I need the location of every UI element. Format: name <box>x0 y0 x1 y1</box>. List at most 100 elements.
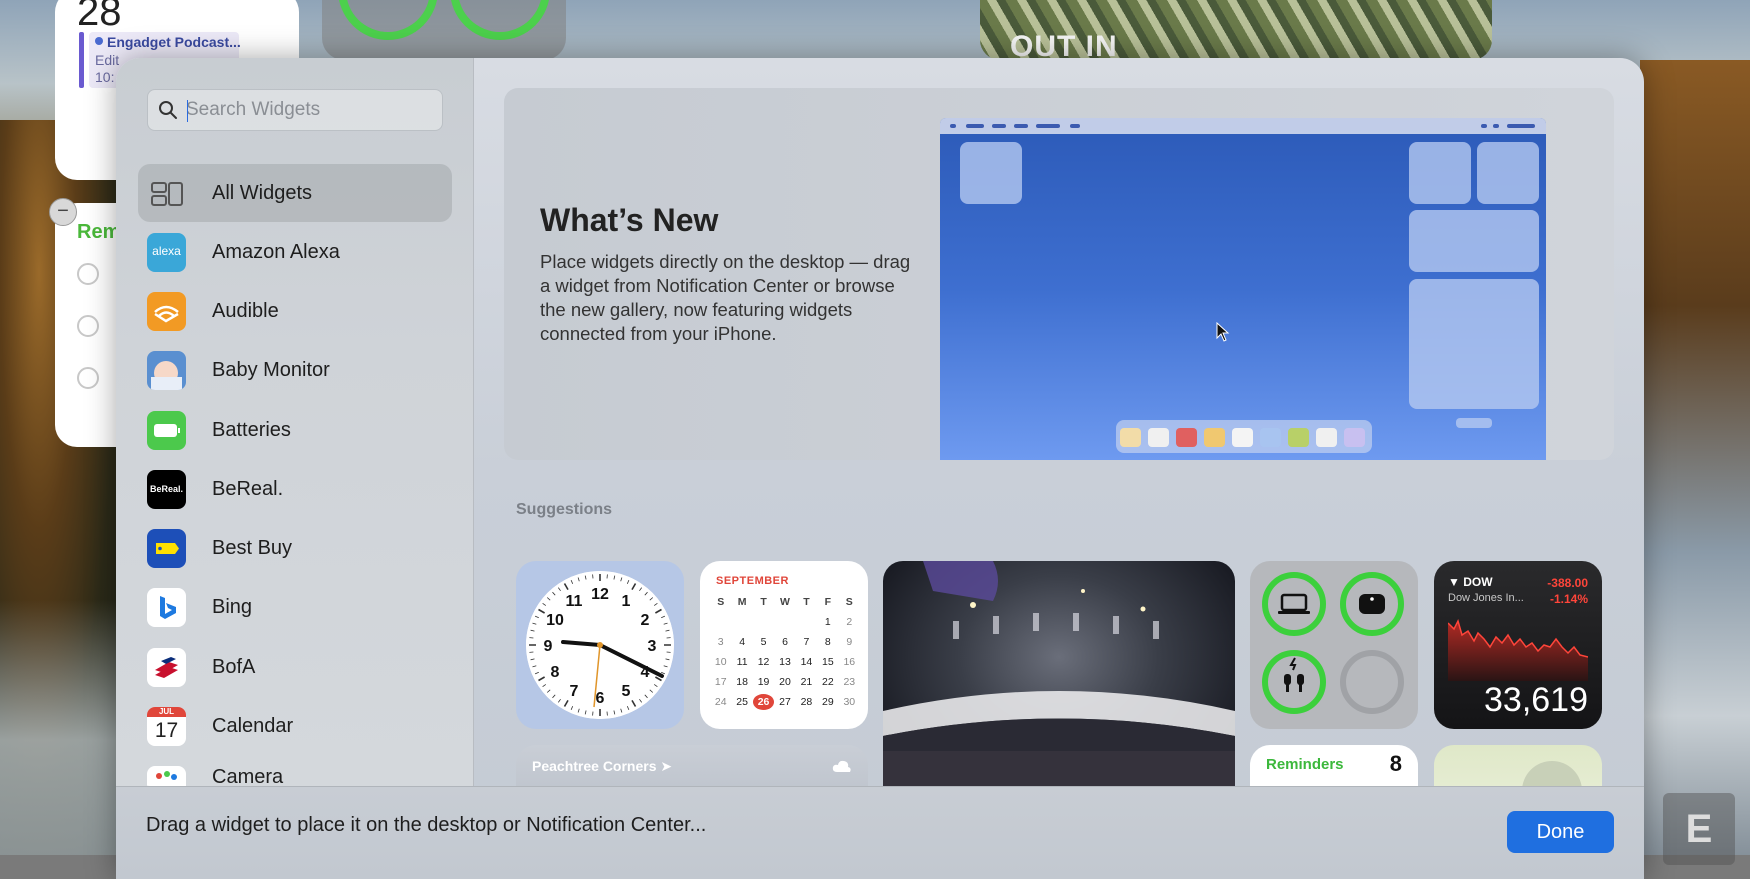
calendar-day: 20 <box>779 676 791 688</box>
batteries-widget[interactable] <box>1250 561 1418 729</box>
desktop-preview-image <box>940 118 1546 460</box>
battery-ring <box>450 0 550 40</box>
stocks-widget[interactable]: ▼ DOW -388.00 -1.14% Dow Jones In... 33,… <box>1434 561 1602 729</box>
sidebar-item-bing[interactable]: Bing <box>138 578 452 636</box>
event-bar <box>79 32 84 88</box>
text-caret <box>187 100 188 122</box>
calendar-day: 10 <box>714 656 727 668</box>
calendar-day: 12 <box>757 656 770 668</box>
batteries-icon <box>147 411 186 450</box>
sidebar-item-label: Amazon Alexa <box>212 241 340 263</box>
calendar-month: SEPTEMBER <box>716 575 789 587</box>
best-buy-icon <box>147 529 186 568</box>
calendar-icon-month: JUL <box>147 707 186 717</box>
pv-widget <box>1409 142 1471 204</box>
stock-change: -388.00 -1.14% <box>1547 575 1588 607</box>
calendar-weekday: M <box>737 596 747 608</box>
pv-dock-app <box>1120 428 1141 447</box>
alexa-icon-text: alexa <box>152 244 181 258</box>
clock-number: 12 <box>591 586 609 603</box>
all-widgets-icon <box>151 182 183 206</box>
calendar-icon: JUL 17 <box>147 707 186 746</box>
mouse-pointer-icon <box>1216 322 1230 342</box>
calendar-icon-day: 17 <box>154 719 179 742</box>
sidebar-item-baby-monitor[interactable]: Baby Monitor <box>138 341 452 399</box>
gallery-main: What’s New Place widgets directly on the… <box>474 58 1644 805</box>
weather-city-text: Peachtree Corners <box>532 758 657 774</box>
sidebar-item-audible[interactable]: Audible <box>138 282 452 340</box>
pv-widget <box>1409 210 1539 272</box>
reminder-checkbox[interactable] <box>77 315 99 337</box>
done-button[interactable]: Done <box>1507 811 1614 853</box>
sidebar-item-label: All Widgets <box>212 182 313 204</box>
reminder-checkbox[interactable] <box>77 367 99 389</box>
remove-widget-button[interactable]: − <box>49 198 77 226</box>
sidebar-item-label: Best Buy <box>212 537 293 559</box>
calendar-day: 21 <box>800 676 813 688</box>
weather-city: Peachtree Corners ➤ <box>532 758 672 775</box>
desktop-photo-widget[interactable]: OUT IN <box>980 0 1492 63</box>
sidebar-item-batteries[interactable]: Batteries <box>138 401 452 459</box>
pv-pill <box>1070 124 1080 128</box>
clock-number: 2 <box>641 612 650 629</box>
calendar-day: 14 <box>800 656 813 668</box>
sidebar-item-label: BeReal. <box>212 478 284 500</box>
airpods-case-icon <box>1359 594 1385 614</box>
clock-number: 9 <box>544 638 553 655</box>
sidebar-item-best-buy[interactable]: Best Buy <box>138 519 452 577</box>
baby-monitor-icon <box>147 351 186 390</box>
sidebar-item-label: Baby Monitor <box>212 359 330 381</box>
clock-number: 3 <box>648 638 657 655</box>
calendar-weekday: F <box>824 596 832 608</box>
sidebar-item-label: Audible <box>212 300 279 322</box>
calendar-day: 18 <box>736 676 748 688</box>
sidebar-item-bereal[interactable]: BeReal. BeReal. <box>138 460 452 518</box>
sidebar-item-label: Calendar <box>212 715 294 737</box>
stock-chart <box>1448 618 1588 681</box>
gallery-footer: Drag a widget to place it on the desktop… <box>116 786 1644 879</box>
sidebar-item-all-widgets[interactable]: All Widgets <box>138 164 452 222</box>
sidebar-item-label: Bing <box>212 596 253 618</box>
stock-symbol-text: DOW <box>1463 575 1493 589</box>
airpods-battery-ring <box>1262 650 1326 714</box>
calendar-weekday: T <box>760 596 767 608</box>
calendar-day <box>774 614 795 630</box>
clock-number: 7 <box>570 683 579 700</box>
clock-number: 6 <box>596 690 605 707</box>
clock-widget[interactable]: 12 1 2 3 4 5 6 7 8 9 10 11 <box>516 561 684 729</box>
calendar-day: 29 <box>822 696 834 708</box>
pv-widget <box>1409 279 1539 409</box>
location-arrow-icon: ➤ <box>660 758 673 774</box>
clock-face-icon: 12 1234567891011 <box>526 571 674 719</box>
pv-pill <box>966 124 984 128</box>
preview-dock <box>1116 420 1372 453</box>
suggestions-heading: Suggestions <box>516 501 613 518</box>
sidebar-item-calendar[interactable]: JUL 17 Calendar <box>138 697 452 755</box>
calendar-weekday: S <box>717 596 725 608</box>
reminder-checkbox[interactable] <box>77 263 99 285</box>
empty-battery-ring <box>1340 650 1404 714</box>
laptop-battery-ring <box>1262 572 1326 636</box>
search-icon <box>159 101 177 119</box>
calendar-weekday: T <box>803 596 810 608</box>
calendar-day: 4 <box>739 636 746 648</box>
calendar-day <box>710 614 731 630</box>
stock-change-value: -388.00 <box>1547 576 1588 590</box>
stock-name: Dow Jones In... <box>1448 592 1524 604</box>
camera-icon <box>147 766 186 786</box>
sidebar-item-camera[interactable]: Camera <box>138 756 452 786</box>
sidebar-item-amazon-alexa[interactable]: alexa Amazon Alexa <box>138 223 452 281</box>
calendar-day: 7 <box>803 636 810 648</box>
calendar-day: 22 <box>822 676 834 688</box>
calendar-day: 2 <box>846 616 853 628</box>
clock-number: 1 <box>622 593 631 610</box>
calendar-widget[interactable]: SEPTEMBER S M T W T F S 1 2 3 4 5 6 7 8 9 10 11 12 13 14 15 16… <box>700 561 868 729</box>
pv-pill <box>950 124 956 128</box>
preview-menubar <box>940 118 1546 134</box>
photo-widget[interactable] <box>883 561 1235 801</box>
bing-icon <box>147 588 186 627</box>
search-field[interactable] <box>147 89 443 131</box>
desktop-batteries-widget[interactable] <box>322 0 566 60</box>
sidebar-item-bofa[interactable]: BofA <box>138 638 452 696</box>
search-input[interactable] <box>186 94 436 126</box>
